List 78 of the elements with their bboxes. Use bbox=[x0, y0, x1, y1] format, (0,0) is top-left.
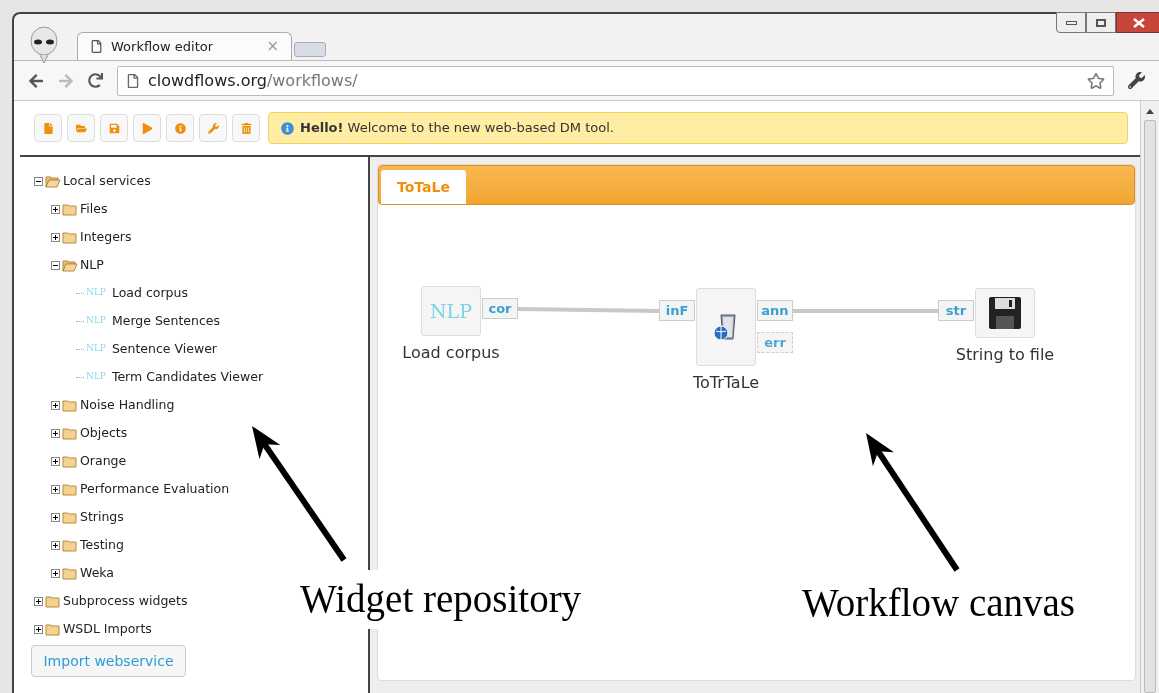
folder-icon bbox=[62, 202, 78, 216]
address-bar[interactable]: clowdflows.org/workflows/ bbox=[117, 65, 1114, 96]
back-button[interactable] bbox=[28, 72, 44, 89]
new-file-icon bbox=[42, 122, 54, 134]
settings-wrench-icon[interactable] bbox=[1128, 72, 1145, 89]
page-icon bbox=[90, 40, 103, 53]
category-item[interactable]: Orange bbox=[80, 451, 127, 471]
bookmark-star-icon[interactable] bbox=[1087, 71, 1105, 90]
wrench-icon bbox=[207, 122, 219, 134]
widget-node[interactable] bbox=[696, 288, 756, 366]
folder-icon bbox=[62, 398, 78, 412]
widget-item[interactable]: Term Candidates Viewer bbox=[111, 367, 264, 387]
folder-icon bbox=[45, 622, 61, 636]
folder-icon bbox=[62, 426, 78, 440]
expand-icon[interactable] bbox=[51, 484, 60, 494]
folder-icon bbox=[45, 594, 61, 608]
category-item[interactable]: Testing bbox=[80, 535, 124, 555]
url-text: clowdflows.org/workflows/ bbox=[148, 69, 359, 92]
nlp-icon: NLP bbox=[86, 342, 106, 356]
category-item[interactable]: Weka bbox=[80, 563, 114, 583]
browser-tab[interactable]: Workflow editor × bbox=[77, 32, 292, 60]
nlp-icon: NLP bbox=[86, 286, 106, 300]
expand-icon[interactable] bbox=[51, 456, 60, 466]
close-icon bbox=[1132, 17, 1145, 28]
minimize-button[interactable] bbox=[1056, 12, 1086, 33]
save-icon bbox=[108, 122, 120, 134]
collapse-icon[interactable] bbox=[51, 260, 60, 270]
folder-icon bbox=[62, 230, 78, 244]
category-item[interactable]: Files bbox=[80, 199, 108, 219]
widget-item[interactable]: Sentence Viewer bbox=[111, 339, 217, 359]
folder-icon bbox=[62, 538, 78, 552]
open-folder-icon bbox=[75, 122, 87, 134]
welcome-message: Hello! Welcome to the new web-based DM tool. bbox=[300, 119, 614, 138]
category-item[interactable]: Objects bbox=[80, 423, 128, 443]
expand-icon[interactable] bbox=[34, 624, 43, 634]
annotation-label: Workflow canvas bbox=[802, 580, 1076, 626]
folder-icon bbox=[62, 454, 78, 468]
category-item[interactable]: NLP bbox=[80, 255, 104, 275]
expand-icon[interactable] bbox=[51, 540, 60, 550]
reload-button[interactable] bbox=[88, 73, 103, 88]
alien-avatar-icon bbox=[28, 26, 60, 64]
page-icon bbox=[126, 73, 140, 88]
close-window-button[interactable] bbox=[1116, 12, 1159, 33]
trash-icon bbox=[240, 122, 252, 134]
category-item[interactable]: Performance Evaluation bbox=[80, 479, 230, 499]
category-item[interactable]: Subprocess widgets bbox=[63, 591, 188, 611]
annotation-label: Widget repository bbox=[300, 570, 582, 629]
expand-icon[interactable] bbox=[51, 568, 60, 578]
widget-item[interactable]: Merge Sentences bbox=[111, 311, 221, 331]
expand-icon[interactable] bbox=[51, 232, 60, 242]
expand-icon[interactable] bbox=[34, 596, 43, 606]
folder-icon bbox=[62, 510, 78, 524]
open-folder-icon bbox=[62, 258, 78, 272]
maximize-button[interactable] bbox=[1086, 12, 1116, 33]
expand-icon[interactable] bbox=[51, 204, 60, 214]
nlp-icon: NLP bbox=[430, 296, 472, 326]
category-item[interactable]: Integers bbox=[80, 227, 132, 247]
play-icon bbox=[141, 122, 153, 134]
open-folder-icon bbox=[45, 174, 61, 188]
widget-label: String to file bbox=[955, 344, 1055, 366]
category-item[interactable]: Strings bbox=[80, 507, 124, 527]
nlp-icon: NLP bbox=[86, 370, 106, 384]
info-icon bbox=[174, 122, 186, 134]
folder-icon bbox=[62, 482, 78, 496]
category-item[interactable]: Local services bbox=[63, 171, 151, 191]
widget-item[interactable]: Load corpus bbox=[111, 283, 188, 303]
collapse-icon[interactable] bbox=[34, 176, 43, 186]
folder-icon bbox=[62, 566, 78, 580]
nlp-icon: NLP bbox=[86, 314, 106, 328]
expand-icon[interactable] bbox=[51, 428, 60, 438]
widget-label: ToTrTaLe bbox=[692, 372, 760, 394]
widget-label: Load corpus bbox=[402, 342, 500, 364]
category-item[interactable]: Noise Handling bbox=[80, 395, 175, 415]
expand-icon[interactable] bbox=[51, 512, 60, 522]
widget-node[interactable] bbox=[975, 288, 1035, 338]
expand-icon[interactable] bbox=[51, 400, 60, 410]
category-item[interactable]: WSDL Imports bbox=[63, 619, 152, 639]
info-icon bbox=[281, 121, 294, 135]
